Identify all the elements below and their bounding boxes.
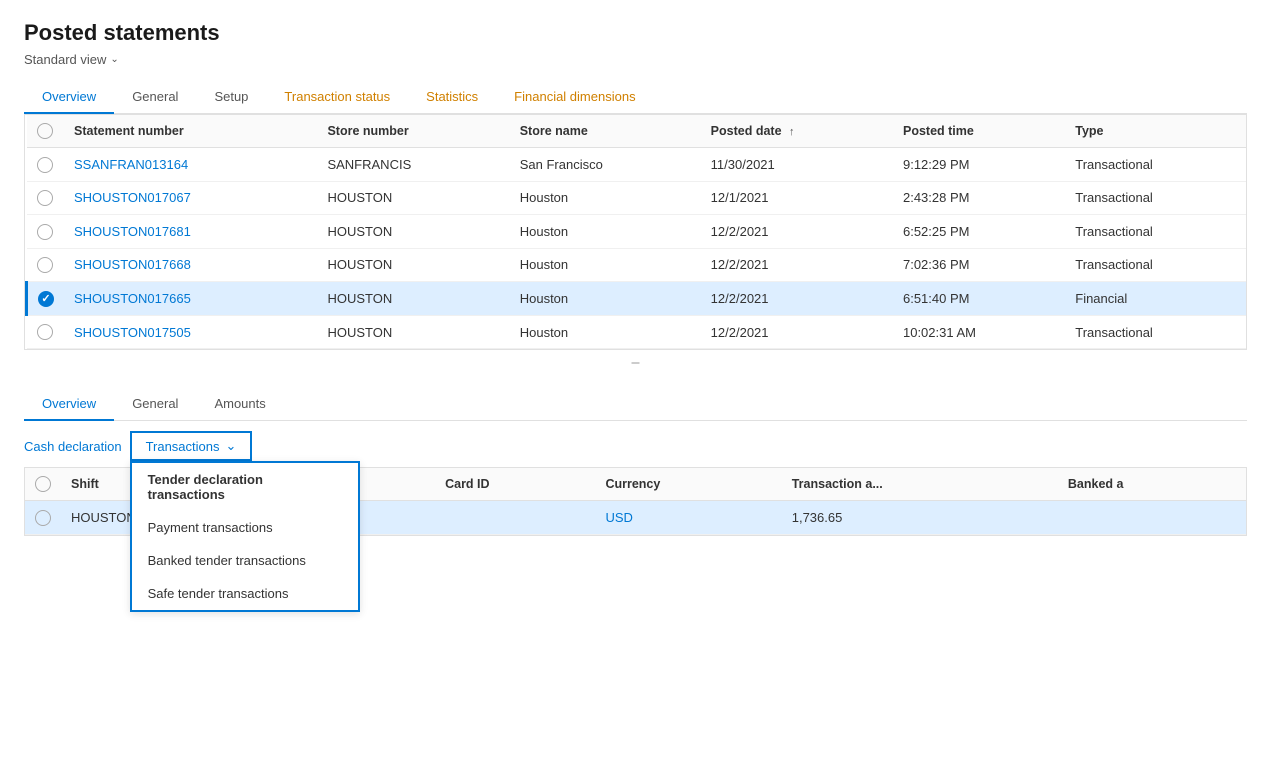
table-row[interactable]: SHOUSTON017681 HOUSTON Houston 12/2/2021… [27,215,1247,249]
bottom-section: Overview General Amounts Cash declaratio… [24,384,1247,536]
col-posted-time: Posted time [893,115,1065,148]
col-posted-date[interactable]: Posted date ↑ [701,115,893,148]
store-name-cell: Houston [510,248,701,282]
posted-time-cell: 9:12:29 PM [893,148,1065,182]
table-row[interactable]: SSANFRAN013164 SANFRANCIS San Francisco … [27,148,1247,182]
dropdown-item-safe-tender[interactable]: Safe tender transactions [132,577,358,610]
statement-number-link[interactable]: SSANFRAN013164 [74,157,188,172]
posted-time-cell: 6:52:25 PM [893,215,1065,249]
statement-number-link[interactable]: SHOUSTON017681 [74,224,191,239]
col-transaction-amount: Transaction a... [782,468,1058,501]
store-name-cell: San Francisco [510,148,701,182]
type-cell: Transactional [1065,315,1246,349]
view-selector-label: Standard view [24,52,106,67]
type-cell: Financial [1065,282,1246,316]
select-all-checkbox[interactable] [37,123,53,139]
col-currency: Currency [595,468,781,501]
top-tab-bar: Overview General Setup Transaction statu… [24,81,1247,114]
bottom-tab-overview[interactable]: Overview [24,388,114,421]
table-row-selected[interactable]: SHOUSTON017665 HOUSTON Houston 12/2/2021… [27,282,1247,316]
store-number-cell: HOUSTON [317,215,509,249]
view-selector[interactable]: Standard view ⌄ [24,52,1247,67]
transaction-amount-cell: 1,736.65 [782,501,1058,535]
chevron-down-icon: ⌄ [110,54,118,65]
page-title: Posted statements [24,20,1247,46]
type-cell: Transactional [1065,181,1246,215]
type-cell: Transactional [1065,148,1246,182]
posted-date-cell: 12/1/2021 [701,181,893,215]
col-card-id: Card ID [435,468,595,501]
dropdown-item-tender-declaration[interactable]: Tender declaration transactions [132,463,358,511]
table-row[interactable]: SHOUSTON017505 HOUSTON Houston 12/2/2021… [27,315,1247,349]
col-store-number: Store number [317,115,509,148]
bottom-toolbar: Cash declaration Transactions ⌄ Tender d… [24,421,1247,467]
store-name-cell: Houston [510,315,701,349]
type-cell: Transactional [1065,248,1246,282]
top-table-section: Statement number Store number Store name… [24,114,1247,350]
tab-transaction-status[interactable]: Transaction status [266,81,408,114]
posted-date-cell: 12/2/2021 [701,215,893,249]
type-cell: Transactional [1065,215,1246,249]
row-checkbox[interactable] [37,224,53,240]
store-number-cell: HOUSTON [317,181,509,215]
posted-time-cell: 10:02:31 AM [893,315,1065,349]
transactions-dropdown-container: Transactions ⌄ Tender declaration transa… [130,431,253,461]
tab-financial-dimensions[interactable]: Financial dimensions [496,81,653,114]
transactions-dropdown-menu: Tender declaration transactions Payment … [130,461,360,612]
store-number-cell: HOUSTON [317,282,509,316]
row-checkbox[interactable] [37,324,53,340]
store-number-cell: HOUSTON [317,248,509,282]
col-store-name: Store name [510,115,701,148]
store-number-cell: SANFRANCIS [317,148,509,182]
tab-statistics[interactable]: Statistics [408,81,496,114]
statement-number-link[interactable]: SHOUSTON017067 [74,190,191,205]
store-name-cell: Houston [510,181,701,215]
card-id-cell [435,501,595,535]
tab-overview[interactable]: Overview [24,81,114,114]
statement-number-link[interactable]: SHOUSTON017668 [74,257,191,272]
chevron-down-icon: ⌄ [226,438,237,454]
table-row[interactable]: SHOUSTON017067 HOUSTON Houston 12/1/2021… [27,181,1247,215]
posted-date-cell: 11/30/2021 [701,148,893,182]
bottom-tab-general[interactable]: General [114,388,196,421]
row-checkbox[interactable] [37,257,53,273]
posted-time-cell: 2:43:28 PM [893,181,1065,215]
statements-table: Statement number Store number Store name… [25,115,1246,349]
store-name-cell: Houston [510,282,701,316]
statement-number-link[interactable]: SHOUSTON017665 [74,291,191,306]
row-checkbox[interactable] [37,157,53,173]
tab-general[interactable]: General [114,81,196,114]
dropdown-item-payment[interactable]: Payment transactions [132,511,358,544]
col-statement-number: Statement number [64,115,317,148]
tab-setup[interactable]: Setup [196,81,266,114]
bottom-row-checkbox[interactable] [35,510,51,526]
cash-declaration-link[interactable]: Cash declaration [24,439,122,454]
posted-date-cell: 12/2/2021 [701,315,893,349]
statement-number-link[interactable]: SHOUSTON017505 [74,325,191,340]
transactions-button[interactable]: Transactions ⌄ [130,431,253,461]
currency-link[interactable]: USD [605,510,632,525]
store-number-cell: HOUSTON [317,315,509,349]
store-name-cell: Houston [510,215,701,249]
banked-a-cell [1058,501,1246,535]
posted-date-cell: 12/2/2021 [701,248,893,282]
select-all-header[interactable] [27,115,65,148]
table-row[interactable]: SHOUSTON017668 HOUSTON Houston 12/2/2021… [27,248,1247,282]
bottom-tab-bar: Overview General Amounts [24,388,1247,421]
col-type: Type [1065,115,1246,148]
row-checkbox-checked[interactable] [38,291,54,307]
bottom-select-all-header[interactable] [25,468,61,501]
sort-icon: ↑ [789,126,795,138]
col-banked-a: Banked a [1058,468,1246,501]
posted-time-cell: 6:51:40 PM [893,282,1065,316]
posted-time-cell: 7:02:36 PM [893,248,1065,282]
bottom-tab-amounts[interactable]: Amounts [196,388,283,421]
dropdown-item-banked-tender[interactable]: Banked tender transactions [132,544,358,577]
currency-cell: USD [595,501,781,535]
resize-handle[interactable]: ⎯ [24,350,1247,376]
transactions-button-label: Transactions [146,439,220,454]
posted-date-cell: 12/2/2021 [701,282,893,316]
bottom-select-all-checkbox[interactable] [35,476,51,492]
row-checkbox[interactable] [37,190,53,206]
